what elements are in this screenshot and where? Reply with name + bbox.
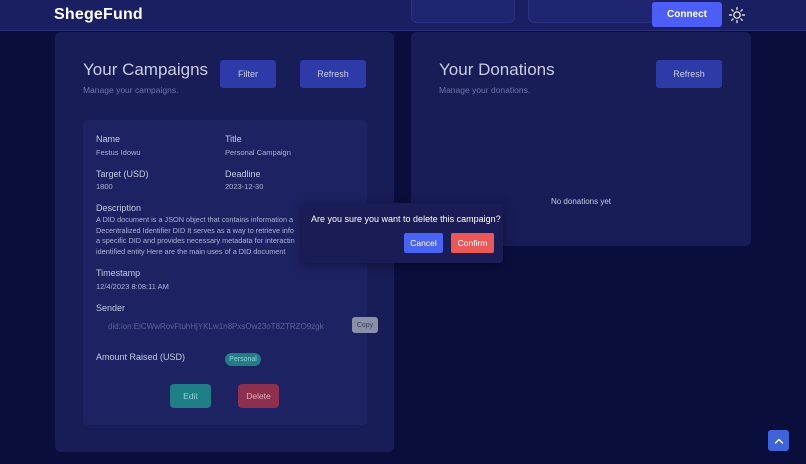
connect-button[interactable]: Connect bbox=[652, 2, 722, 27]
copy-button[interactable]: Copy bbox=[352, 317, 378, 333]
nav-panel-stub bbox=[411, 0, 515, 23]
amount-raised-label: Amount Raised (USD) bbox=[96, 352, 186, 362]
donations-title: Your Donations bbox=[439, 60, 555, 79]
deadline-label: Deadline bbox=[225, 169, 261, 179]
sender-address-field[interactable]: did:ion:EiCWwRovFtuhHjYKLw1n8PxsOw23oT8Z… bbox=[108, 322, 344, 336]
edit-button[interactable]: Edit bbox=[170, 384, 211, 408]
description-line: A DID document is a JSON object that con… bbox=[96, 215, 294, 224]
confirm-button[interactable]: Confirm bbox=[451, 233, 494, 253]
deadline-value: 2023-12-30 bbox=[225, 182, 264, 191]
target-value: 1800 bbox=[96, 182, 113, 191]
nav-panel-stub-right bbox=[528, 0, 655, 23]
category-badge: Personal bbox=[225, 353, 261, 366]
donations-subtitle: Manage your donations. bbox=[439, 85, 531, 95]
description-label: Description bbox=[96, 203, 142, 213]
campaigns-subtitle: Manage your campaigns. bbox=[83, 85, 179, 95]
delete-confirm-dialog: Are you sure you want to delete this cam… bbox=[302, 203, 503, 263]
timestamp-label: Timestamp bbox=[96, 268, 141, 278]
filter-button[interactable]: Filter bbox=[220, 60, 276, 88]
description-line: a specific DID and provides necessary me… bbox=[96, 236, 295, 245]
name-label: Name bbox=[96, 134, 121, 144]
donations-refresh-button[interactable]: Refresh bbox=[656, 60, 722, 88]
campaigns-refresh-button[interactable]: Refresh bbox=[300, 60, 366, 88]
description-line: Decentralized Identifier DID It serves a… bbox=[96, 225, 294, 235]
dialog-message: Are you sure you want to delete this cam… bbox=[311, 214, 501, 224]
scroll-to-top-button[interactable] bbox=[768, 430, 789, 451]
campaigns-title: Your Campaigns bbox=[83, 60, 209, 79]
description-line: identified entity Here are the main uses… bbox=[96, 246, 286, 256]
title-label: Title bbox=[225, 134, 242, 144]
brand-logo[interactable]: ShegeFund bbox=[54, 6, 143, 24]
sun-icon[interactable] bbox=[728, 6, 746, 24]
name-value: Festus Idowu bbox=[96, 148, 141, 157]
sender-label: Sender bbox=[96, 303, 126, 313]
delete-button[interactable]: Delete bbox=[238, 384, 279, 408]
target-label: Target (USD) bbox=[96, 169, 149, 179]
arrow-up-icon bbox=[774, 438, 783, 444]
description-text: A DID document is a JSON object that con… bbox=[96, 215, 304, 257]
timestamp-value: 12/4/2023 8:08:11 AM bbox=[96, 282, 169, 291]
title-value: Personal Campaign bbox=[225, 148, 291, 157]
cancel-button[interactable]: Cancel bbox=[404, 233, 443, 253]
